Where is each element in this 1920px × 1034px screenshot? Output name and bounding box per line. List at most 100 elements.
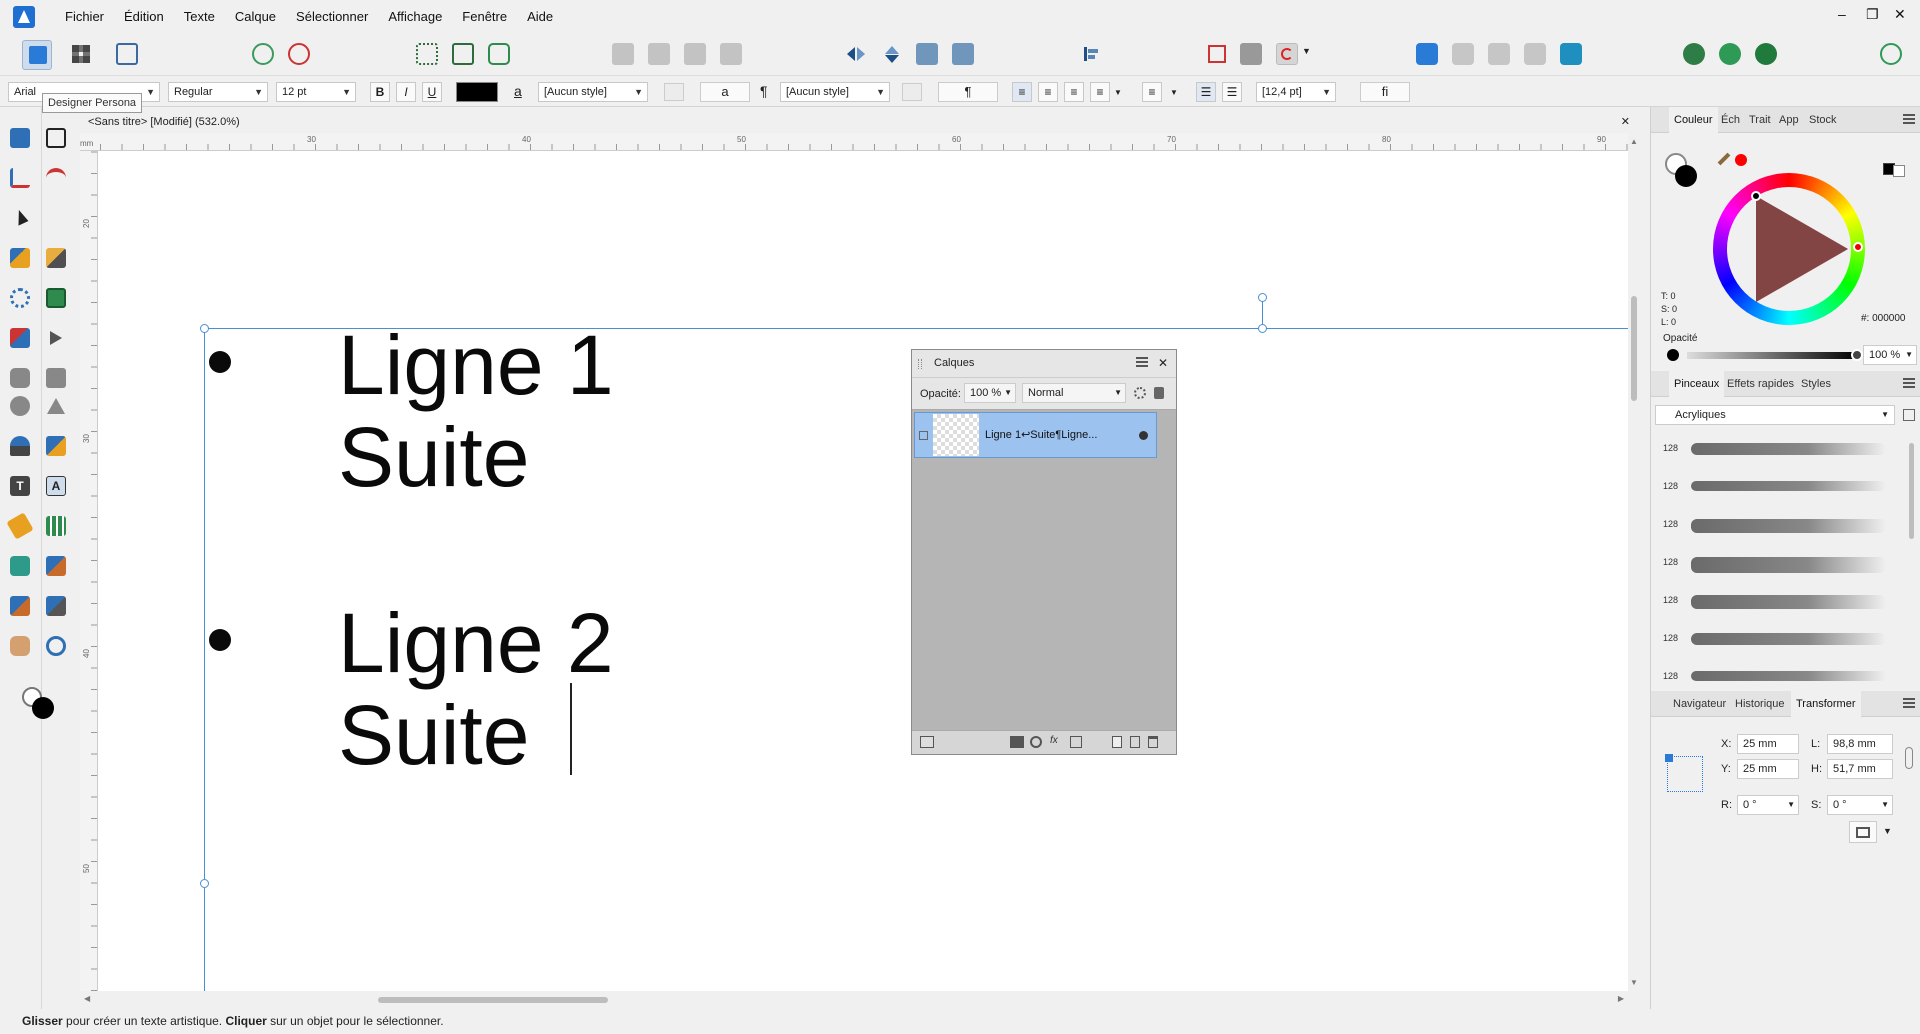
scroll-thumb[interactable] <box>1631 296 1637 401</box>
chevron-down-icon[interactable]: ▼ <box>1883 826 1892 836</box>
y-field[interactable]: 25 mm <box>1737 759 1799 779</box>
horizontal-ruler[interactable]: mm 30 40 50 60 70 80 90 <box>80 133 1628 151</box>
vertical-scrollbar[interactable]: ▲ ▼ <box>1628 133 1640 991</box>
delete-layer-icon[interactable] <box>1148 736 1158 748</box>
add-layer-icon[interactable] <box>1112 736 1122 748</box>
tab-trait[interactable]: Trait <box>1749 107 1771 133</box>
zoom-tool-icon[interactable] <box>46 636 66 656</box>
numbered-list-icon[interactable]: ☰ <box>1222 82 1242 102</box>
vertical-ruler[interactable]: 20 30 40 50 <box>80 151 98 991</box>
brush-preset[interactable]: 128 <box>1661 625 1901 655</box>
para-style-action-icon[interactable] <box>902 83 922 101</box>
pencil-tool-icon[interactable] <box>46 248 66 268</box>
brush-preset[interactable]: 128 <box>1661 511 1901 541</box>
justify-icon[interactable]: ≡ <box>1090 82 1110 102</box>
grid-icon[interactable] <box>416 43 438 65</box>
menu-calque[interactable]: Calque <box>225 0 286 34</box>
frame-text-tool-icon[interactable]: A <box>46 476 66 496</box>
rounded-rectangle-tool-icon[interactable] <box>10 368 30 388</box>
menu-texte[interactable]: Texte <box>174 0 225 34</box>
para-style-button[interactable]: ¶ <box>938 82 998 102</box>
brush-preset[interactable]: 128 <box>1661 663 1901 693</box>
publish-icon[interactable] <box>1755 43 1777 65</box>
menu-affichage[interactable]: Affichage <box>378 0 452 34</box>
horizontal-scrollbar[interactable]: ◀ ▶ <box>80 991 1628 1009</box>
tab-effets-rapides[interactable]: Effets rapides <box>1727 371 1794 397</box>
brush-preset[interactable]: 128 <box>1661 473 1901 503</box>
share-icon[interactable] <box>1719 43 1741 65</box>
tab-navigateur[interactable]: Navigateur <box>1673 691 1726 717</box>
flip-horizontal-icon[interactable] <box>845 43 867 65</box>
eyedropper-tool-icon[interactable] <box>10 596 30 616</box>
settings-gear-icon[interactable] <box>252 43 274 65</box>
minimize-button[interactable]: – <box>1838 6 1846 22</box>
opacity-slider[interactable] <box>1687 352 1857 359</box>
text-color-swatch[interactable] <box>456 82 498 102</box>
layer-row[interactable]: Ligne 1↩Suite¶Ligne... <box>914 412 1157 458</box>
layer-settings-gear-icon[interactable] <box>1134 387 1146 399</box>
geometry-icon[interactable] <box>1240 43 1262 65</box>
eyedropper-icon[interactable] <box>1717 152 1731 166</box>
place-image-tool-icon[interactable] <box>10 128 30 148</box>
text-line-4[interactable]: Suite <box>338 689 529 781</box>
fill-tool-icon[interactable] <box>10 288 30 308</box>
artistic-text-tool-icon[interactable]: T <box>10 476 30 496</box>
rotate-right-icon[interactable] <box>952 43 974 65</box>
arrange-back-icon[interactable] <box>612 43 634 65</box>
bullet-list-icon[interactable]: ☰ <box>1196 82 1216 102</box>
rotate-left-icon[interactable] <box>916 43 938 65</box>
pixel-persona-icon[interactable] <box>70 43 92 65</box>
anchor-point-selector-icon[interactable] <box>1665 754 1703 792</box>
move-tool-icon[interactable] <box>10 208 30 228</box>
para-style-select[interactable]: [Aucun style] ▼ <box>780 82 890 102</box>
close-document-icon[interactable]: ✕ <box>1621 112 1630 132</box>
arrange-front-icon[interactable] <box>720 43 742 65</box>
tab-ech[interactable]: Éch <box>1721 107 1740 133</box>
color-swatches-icon[interactable] <box>22 687 56 721</box>
ruler-tool-icon[interactable] <box>6 512 34 540</box>
tab-couleur[interactable]: Couleur <box>1669 107 1718 133</box>
resize-handle[interactable] <box>1258 324 1267 333</box>
tab-transformer[interactable]: Transformer <box>1791 691 1861 717</box>
tab-historique[interactable]: Historique <box>1735 691 1785 717</box>
font-size-select[interactable]: 12 pt ▼ <box>276 82 356 102</box>
paint-brush-tool-icon[interactable] <box>10 248 30 268</box>
pen-tool-icon[interactable] <box>10 328 30 348</box>
document-canvas[interactable]: Ligne 1 Suite Ligne 2 Suite <box>98 151 1628 991</box>
shear-field[interactable]: 0 ° ▼ <box>1827 795 1893 815</box>
tab-stock[interactable]: Stock <box>1809 107 1837 133</box>
italic-button[interactable]: I <box>396 82 416 102</box>
table-tool-icon[interactable] <box>46 516 66 536</box>
brush-scroll-thumb[interactable] <box>1909 443 1914 539</box>
triangle-tool-icon[interactable] <box>46 396 66 416</box>
height-field[interactable]: 51,7 mm <box>1827 759 1893 779</box>
leading-select[interactable]: [12,4 pt] ▼ <box>1256 82 1336 102</box>
adjustment-icon[interactable] <box>1030 736 1042 748</box>
color-wheel[interactable] <box>1713 173 1865 325</box>
transparency-tool-icon[interactable] <box>46 596 66 616</box>
text-line-3[interactable]: Ligne 2 <box>338 597 614 689</box>
account-icon[interactable] <box>1880 43 1902 65</box>
char-style-select[interactable]: [Aucun style] ▼ <box>538 82 648 102</box>
vector-brush-tool-icon[interactable] <box>46 328 66 348</box>
dropdown-chevron-icon[interactable]: ▼ <box>1302 46 1311 56</box>
boolean-add-icon[interactable] <box>1416 43 1438 65</box>
brush-category-select[interactable]: Acryliques ▼ <box>1655 405 1895 425</box>
node-tool-icon[interactable] <box>10 168 30 188</box>
align-left-icon[interactable]: ≡ <box>1012 82 1032 102</box>
rotation-field[interactable]: 0 ° ▼ <box>1737 795 1799 815</box>
rotation-handle[interactable] <box>1258 293 1267 302</box>
boolean-intersect-icon[interactable] <box>1488 43 1510 65</box>
brush-preset[interactable]: 128 <box>1661 587 1901 617</box>
group-icon[interactable] <box>1070 736 1082 748</box>
blend-mode-select[interactable]: Normal ▼ <box>1022 383 1126 403</box>
hex-value[interactable]: #: 000000 <box>1861 313 1906 324</box>
boolean-xor-icon[interactable] <box>1524 43 1546 65</box>
panel-menu-icon[interactable] <box>1136 357 1148 367</box>
align-center-icon[interactable]: ≡ <box>1038 82 1058 102</box>
align-right-icon[interactable]: ≡ <box>1064 82 1084 102</box>
menu-edition[interactable]: Édition <box>114 0 174 34</box>
menu-fenetre[interactable]: Fenêtre <box>452 0 517 34</box>
crop-tool-icon[interactable] <box>46 128 66 148</box>
x-field[interactable]: 25 mm <box>1737 734 1799 754</box>
